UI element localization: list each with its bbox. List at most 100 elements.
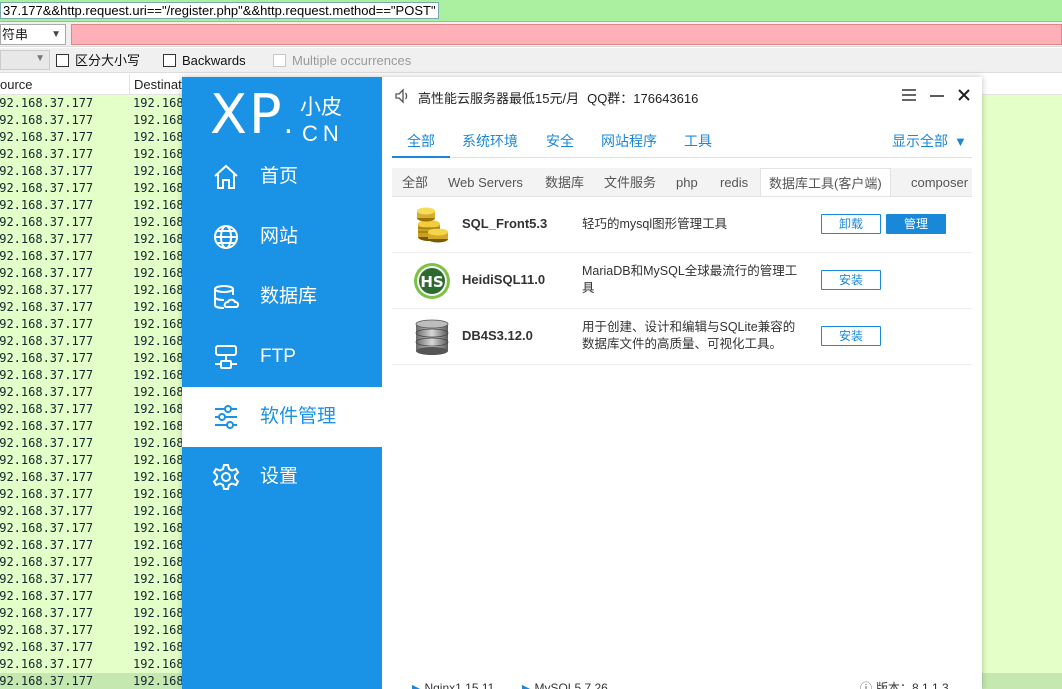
source-cell: 192.168.37.177 (0, 96, 94, 110)
qq-group: QQ群：176643616 (587, 91, 699, 106)
show-all-toggle[interactable]: 显示全部 ▼ (892, 132, 967, 151)
list-item: HS HeidiSQL11.0 MariaDB和MySQL全球最流行的管理工具 … (392, 253, 972, 309)
source-cell: 192.168.37.177 (0, 623, 94, 637)
backwards-checkbox[interactable]: Backwards (163, 53, 246, 69)
destination-cell: 192.168 (133, 453, 184, 467)
sidebar-item-software[interactable]: 软件管理 (182, 387, 382, 447)
tab-system-env[interactable]: 系统环境 (462, 132, 518, 156)
sub-category-tabs: 全部 Web Servers 数据库 文件服务 php redis 数据库工具(… (392, 168, 972, 197)
subtab-composer[interactable]: composer (911, 168, 968, 196)
nginx-status[interactable]: ▶ Nginx1.15.11 (412, 681, 494, 689)
source-cell: 192.168.37.177 (0, 419, 94, 433)
destination-cell: 192.168 (133, 674, 184, 688)
mysql-status[interactable]: ▶ MySQL5.7.26 (522, 681, 608, 689)
source-cell: 192.168.37.177 (0, 487, 94, 501)
destination-cell: 192.168 (133, 521, 184, 535)
title-bar: 高性能云服务器最低15元/月 QQ群：176643616 (382, 77, 982, 115)
triangle-down-icon: ▼ (954, 134, 967, 149)
source-cell: 192.168.37.177 (0, 334, 94, 348)
sidebar-item-label: 网站 (260, 226, 299, 247)
source-cell: 192.168.37.177 (0, 606, 94, 620)
list-item: DB4S3.12.0 用于创建、设计和编辑与SQLite兼容的数据库文件的高质量… (392, 309, 972, 365)
play-icon: ▶ (522, 683, 531, 689)
info-icon: ⓘ (860, 681, 873, 689)
case-sensitive-label: 区分大小写 (75, 53, 141, 68)
subtab-php[interactable]: php (676, 168, 698, 196)
column-divider[interactable] (129, 74, 130, 95)
search-bar: 符串 ▼ (0, 22, 1062, 47)
chevron-down-icon: ▼ (51, 29, 61, 40)
destination-cell: 192.168 (133, 215, 184, 229)
checkbox-box[interactable] (56, 54, 69, 67)
destination-cell: 192.168 (133, 283, 184, 297)
destination-cell: 192.168 (133, 419, 184, 433)
sidebar-item-ftp[interactable]: FTP (182, 327, 382, 387)
destination-cell: 192.168 (133, 351, 184, 365)
search-input[interactable] (71, 24, 1062, 45)
destination-cell: 192.168 (133, 402, 184, 416)
source-cell: 192.168.37.177 (0, 249, 94, 263)
svg-text:HS: HS (420, 273, 443, 291)
display-filter-input[interactable]: 37.177&&http.request.uri=="/register.php… (0, 2, 439, 19)
source-cell: 192.168.37.177 (0, 113, 94, 127)
source-cell: 192.168.37.177 (0, 504, 94, 518)
case-sensitive-checkbox[interactable]: 区分大小写 (56, 53, 140, 69)
checkbox-box[interactable] (163, 54, 176, 67)
destination-cell: 192.168 (133, 555, 184, 569)
search-scope-select[interactable]: ▼ (0, 50, 50, 70)
phpstudy-window: XP. 小皮 CN 首页 网站 数据库 FTP 软件管理 设置 高性能云服务器最… (182, 77, 982, 689)
source-cell: 192.168.37.177 (0, 130, 94, 144)
subtab-file-service[interactable]: 文件服务 (604, 168, 656, 196)
subtab-redis[interactable]: redis (720, 168, 748, 196)
sidebar-item-settings[interactable]: 设置 (182, 447, 382, 507)
menu-icon[interactable] (900, 86, 918, 104)
destination-cell: 192.168 (133, 300, 184, 314)
logo-zh: 小皮 (300, 96, 342, 119)
subtab-web-servers[interactable]: Web Servers (448, 168, 523, 196)
minimize-icon[interactable] (928, 86, 946, 104)
source-cell: 192.168.37.177 (0, 555, 94, 569)
sidebar-item-label: FTP (260, 346, 296, 367)
sidebar-item-home[interactable]: 首页 (182, 147, 382, 207)
destination-cell: 192.168 (133, 147, 184, 161)
source-cell: 192.168.37.177 (0, 198, 94, 212)
source-cell: 192.168.37.177 (0, 640, 94, 654)
sidebar-item-label: 首页 (260, 166, 299, 187)
subtab-database[interactable]: 数据库 (545, 168, 584, 196)
checkbox-box (273, 54, 286, 67)
close-icon[interactable] (955, 86, 973, 104)
software-list: SQL_Front5.3 轻巧的mysql图形管理工具 卸载 管理 HS Hei… (392, 197, 972, 365)
software-desc: MariaDB和MySQL全球最流行的管理工具 (582, 264, 798, 295)
gear-icon (212, 464, 240, 490)
column-header-destination[interactable]: Destinat (134, 77, 182, 92)
source-cell: 192.168.37.177 (0, 674, 94, 688)
manage-button[interactable]: 管理 (886, 214, 946, 234)
sidebar-item-label: 设置 (260, 466, 299, 487)
install-button[interactable]: 安装 (821, 326, 881, 346)
search-options-bar: ▼ 区分大小写 Backwards Multiple occurrences (0, 48, 1062, 73)
sidebar-item-website[interactable]: 网站 (182, 207, 382, 267)
source-cell: 192.168.37.177 (0, 453, 94, 467)
destination-cell: 192.168 (133, 334, 184, 348)
backwards-label: Backwards (182, 53, 246, 68)
source-cell: 192.168.37.177 (0, 300, 94, 314)
display-filter-bar[interactable]: 37.177&&http.request.uri=="/register.php… (0, 0, 1062, 22)
destination-cell: 192.168 (133, 623, 184, 637)
column-header-source[interactable]: ource (0, 77, 33, 92)
ad-notice[interactable]: 高性能云服务器最低15元/月 QQ群：176643616 (418, 88, 698, 107)
destination-cell: 192.168 (133, 589, 184, 603)
install-button[interactable]: 安装 (821, 270, 881, 290)
ftp-icon (215, 345, 237, 369)
source-cell: 192.168.37.177 (0, 215, 94, 229)
search-type-select[interactable]: 符串 ▼ (0, 24, 66, 45)
destination-cell: 192.168 (133, 266, 184, 280)
tab-web-programs[interactable]: 网站程序 (601, 132, 657, 156)
tab-tools[interactable]: 工具 (684, 132, 712, 156)
subtab-all[interactable]: 全部 (402, 168, 428, 196)
subtab-db-tools[interactable]: 数据库工具(客户端) (760, 168, 891, 196)
tab-security[interactable]: 安全 (546, 132, 574, 156)
sidebar-item-database[interactable]: 数据库 (182, 267, 382, 327)
tab-all[interactable]: 全部 (392, 132, 450, 158)
destination-cell: 192.168 (133, 470, 184, 484)
uninstall-button[interactable]: 卸载 (821, 214, 881, 234)
